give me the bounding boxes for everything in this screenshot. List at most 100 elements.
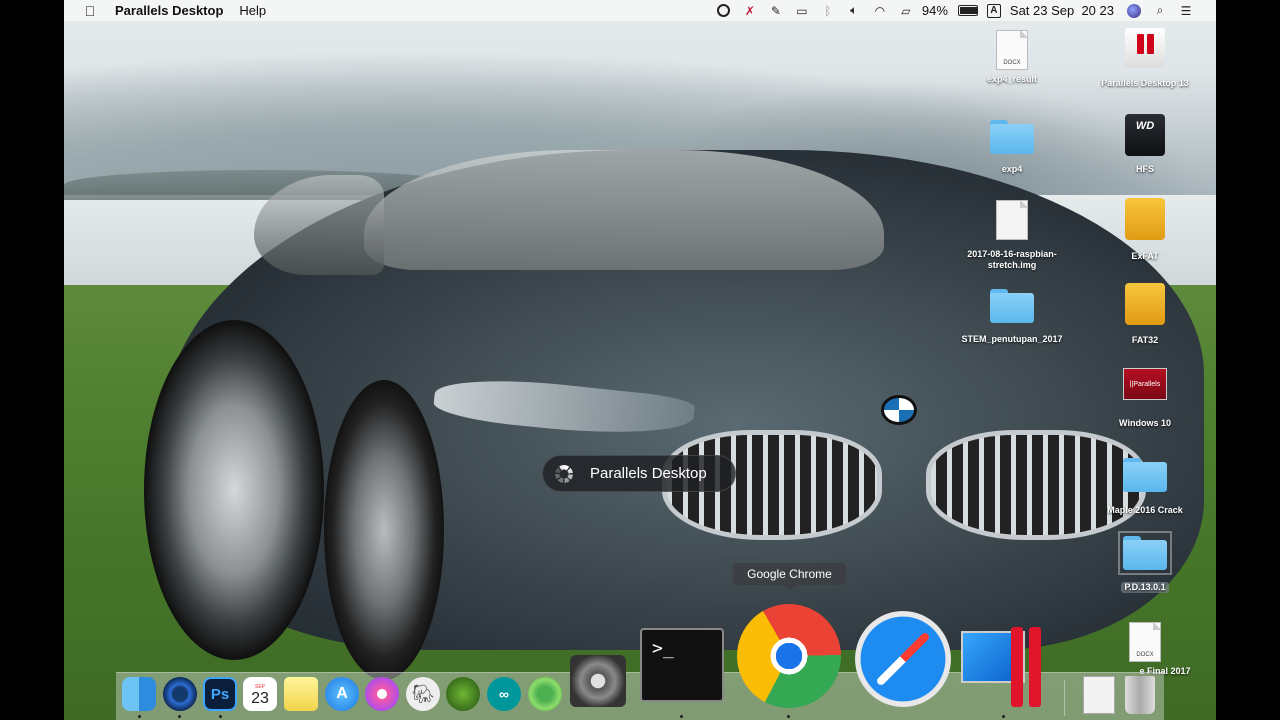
atom-icon[interactable] xyxy=(528,677,562,711)
app-store-glyph: A xyxy=(336,685,348,702)
safari-icon[interactable] xyxy=(855,611,951,707)
finder-icon[interactable] xyxy=(122,677,156,711)
dock-separator xyxy=(1064,680,1065,716)
folder-icon xyxy=(990,120,1034,154)
screen-mirror-icon[interactable]: ▱ xyxy=(896,0,916,21)
menu-bar:  Parallels Desktop Help ✗ ✎ ▭ ᛒ 🔈︎ ◠ ▱ … xyxy=(64,0,1216,21)
wallpaper-car-wheel-rear xyxy=(324,380,444,680)
drive-brand-tag: WD xyxy=(1135,120,1155,132)
desktop-icon-windows-10[interactable]: ||Parallels Windows 10 xyxy=(1090,368,1200,429)
disk-image-icon xyxy=(996,200,1028,240)
user-avatar-icon[interactable] xyxy=(1124,0,1144,21)
input-source-icon[interactable]: A xyxy=(984,0,1004,21)
doc-type-tag: DOCX xyxy=(1136,652,1154,658)
desktop-icon-stem-penutupan[interactable]: STEM_penutupan_2017 xyxy=(957,289,1067,345)
system-preferences-icon[interactable] xyxy=(570,655,626,707)
running-indicator xyxy=(178,715,181,718)
wallpaper-car-logo xyxy=(881,395,917,425)
terminal-icon[interactable]: >_ xyxy=(640,628,724,702)
arduino-icon[interactable]: ∞ xyxy=(487,677,521,711)
desktop-icon-label: STEM_penutupan_2017 xyxy=(961,334,1063,344)
input-source-label: A xyxy=(986,3,1001,18)
wallpaper-car-windshield xyxy=(364,150,884,270)
document-icon[interactable] xyxy=(1083,676,1115,714)
desktop-icon-label: FAT32 xyxy=(1131,335,1159,345)
help-menu[interactable]: Help xyxy=(239,3,266,18)
calendar-day: 23 xyxy=(251,689,269,707)
desktop-wallpaper xyxy=(64,0,1216,720)
desktop-icon-parallels-desktop-13[interactable]: Parallels Desktop 13 xyxy=(1090,28,1200,89)
notification-center-icon[interactable]: ☰ xyxy=(1176,0,1196,21)
docx-file-icon: DOCX xyxy=(1129,622,1161,662)
photoshop-icon[interactable]: Ps xyxy=(203,677,237,711)
battery-percent[interactable]: 94% xyxy=(922,3,948,18)
globe-icon[interactable] xyxy=(446,677,480,711)
app-status-icon[interactable]: ✗ xyxy=(740,0,760,21)
terminal-prompt-glyph: >_ xyxy=(652,638,674,659)
external-drive-icon xyxy=(1125,283,1165,325)
calendar-icon[interactable]: SEP 23 xyxy=(243,677,277,711)
desktop-icon-label: HFS xyxy=(1136,164,1154,174)
running-indicator xyxy=(680,715,683,718)
brush-icon[interactable]: ✎ xyxy=(766,0,786,21)
wd-drive-icon: WD xyxy=(1125,114,1165,156)
desktop-icon-label: exp4 xyxy=(1001,164,1023,174)
wifi-icon[interactable]: ◠ xyxy=(870,0,890,21)
quicktime-icon[interactable] xyxy=(163,677,197,711)
vm-brand-tag: ||Parallels xyxy=(1129,380,1161,388)
notes-icon[interactable] xyxy=(284,677,318,711)
desktop-icon-final-2017[interactable]: DOCX e Final 2017 xyxy=(1090,622,1200,677)
running-indicator xyxy=(219,715,222,718)
desktop-icon-label: P.D.13.0.1 xyxy=(1121,582,1169,593)
trash-icon[interactable] xyxy=(1125,676,1155,714)
status-menus: ✗ ✎ ▭ ᛒ 🔈︎ ◠ ▱ 94% A Sat 23 Sep 20 23 ⌕ … xyxy=(714,0,1216,21)
external-drive-icon xyxy=(1125,198,1165,240)
folder-icon xyxy=(990,289,1034,323)
desktop-icon-label: exp4_result xyxy=(986,74,1038,84)
bluetooth-icon[interactable]: ᛒ xyxy=(818,0,838,21)
volume-icon[interactable]: 🔈︎ xyxy=(844,0,864,21)
safari-compass-needle xyxy=(875,631,931,687)
running-indicator xyxy=(1002,715,1005,718)
evernote-icon[interactable]: 🐘︎ xyxy=(406,677,440,711)
arduino-glyph: ∞ xyxy=(499,686,509,702)
apple-menu-icon[interactable]:  xyxy=(82,3,98,19)
app-name-menu[interactable]: Parallels Desktop xyxy=(115,3,223,18)
app-store-icon[interactable]: A xyxy=(325,677,359,711)
parallels-bar-right xyxy=(1029,627,1041,707)
airplay-icon[interactable]: ▭ xyxy=(792,0,812,21)
clock[interactable]: Sat 23 Sep 20 23 xyxy=(1010,3,1114,18)
spotlight-search-icon[interactable]: ⌕ xyxy=(1150,0,1170,21)
docx-file-icon: DOCX xyxy=(996,30,1028,70)
photoshop-glyph: Ps xyxy=(210,685,230,703)
desktop-icon-label: Maple 2016 Crack xyxy=(1107,505,1183,515)
desktop-icon-fat32[interactable]: FAT32 xyxy=(1090,283,1200,346)
desktop-icon-raspbian-img[interactable]: 2017-08-16-raspbian-stretch.img xyxy=(957,200,1067,271)
desktop-icon-pd-13-0-1[interactable]: P.D.13.0.1 xyxy=(1090,531,1200,595)
chrome-icon[interactable] xyxy=(737,604,841,708)
running-indicator xyxy=(787,715,790,718)
parallels-bar-left xyxy=(1011,627,1023,707)
running-indicator xyxy=(138,715,141,718)
parallels-dmg-icon xyxy=(1125,28,1165,68)
folder-icon xyxy=(1123,458,1167,492)
desktop-icon-hfs[interactable]: WD HFS xyxy=(1090,114,1200,175)
parallels-vm-icon: ||Parallels xyxy=(1123,368,1167,400)
folder-icon xyxy=(1118,531,1172,575)
desktop-icon-exp4[interactable]: exp4 xyxy=(957,120,1067,175)
desktop-icon-exfat[interactable]: ExFAT xyxy=(1090,198,1200,262)
launch-indicator-label: Parallels Desktop xyxy=(590,465,707,482)
itunes-icon[interactable] xyxy=(365,677,399,711)
desktop-icon-label: Windows 10 xyxy=(1119,418,1171,428)
dock-tooltip: Google Chrome xyxy=(733,563,846,591)
parallels-icon[interactable] xyxy=(961,627,1047,707)
record-icon[interactable] xyxy=(714,0,734,21)
desktop-icon-label: 2017-08-16-raspbian-stretch.img xyxy=(967,249,1057,270)
battery-icon[interactable] xyxy=(957,0,978,21)
desktop-icon-label: Parallels Desktop 13 xyxy=(1101,78,1189,88)
desktop-icon-maple-2016-crack[interactable]: Maple 2016 Crack xyxy=(1090,458,1200,516)
desktop-icon-exp4-result[interactable]: DOCX exp4_result xyxy=(957,30,1067,85)
doc-type-tag: DOCX xyxy=(1003,60,1021,66)
spinner-icon xyxy=(555,464,573,483)
app-launch-indicator: Parallels Desktop xyxy=(542,455,736,492)
